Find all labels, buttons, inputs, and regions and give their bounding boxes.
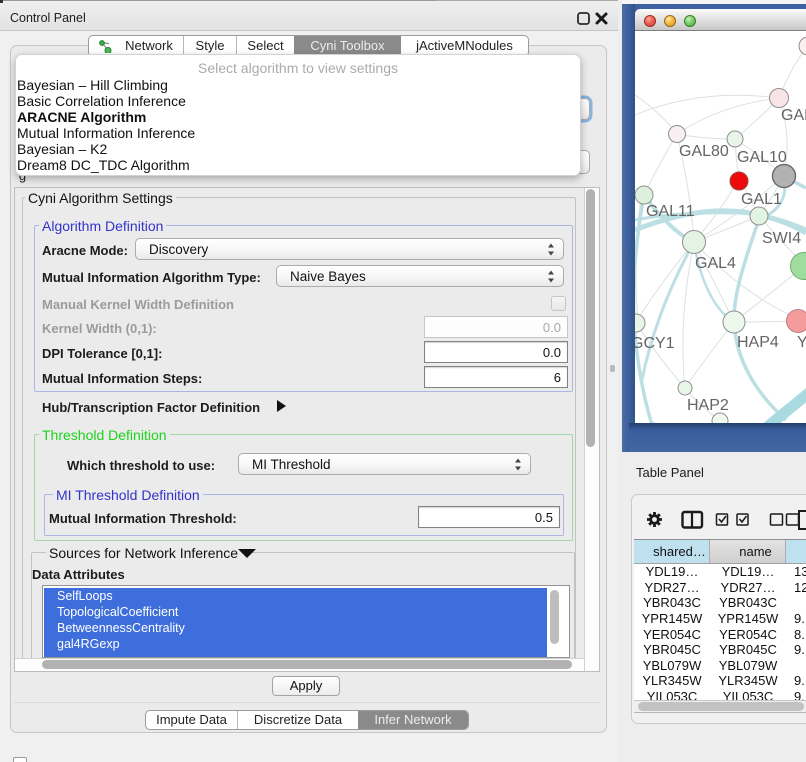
svg-text:GAL1: GAL1 (741, 191, 782, 208)
svg-text:SWI4: SWI4 (762, 230, 801, 247)
svg-text:HAP4: HAP4 (737, 334, 779, 351)
svg-text:GAL10: GAL10 (737, 149, 787, 166)
svg-text:GAL11: GAL11 (646, 203, 695, 220)
svg-text:GCY1: GCY1 (635, 335, 675, 352)
svg-text:GAL4: GAL4 (695, 255, 736, 272)
svg-text:YD: YD (797, 334, 806, 351)
svg-text:GAL2: GAL2 (781, 107, 806, 124)
svg-text:HAP2: HAP2 (687, 397, 729, 414)
svg-text:GAL80: GAL80 (679, 143, 729, 160)
